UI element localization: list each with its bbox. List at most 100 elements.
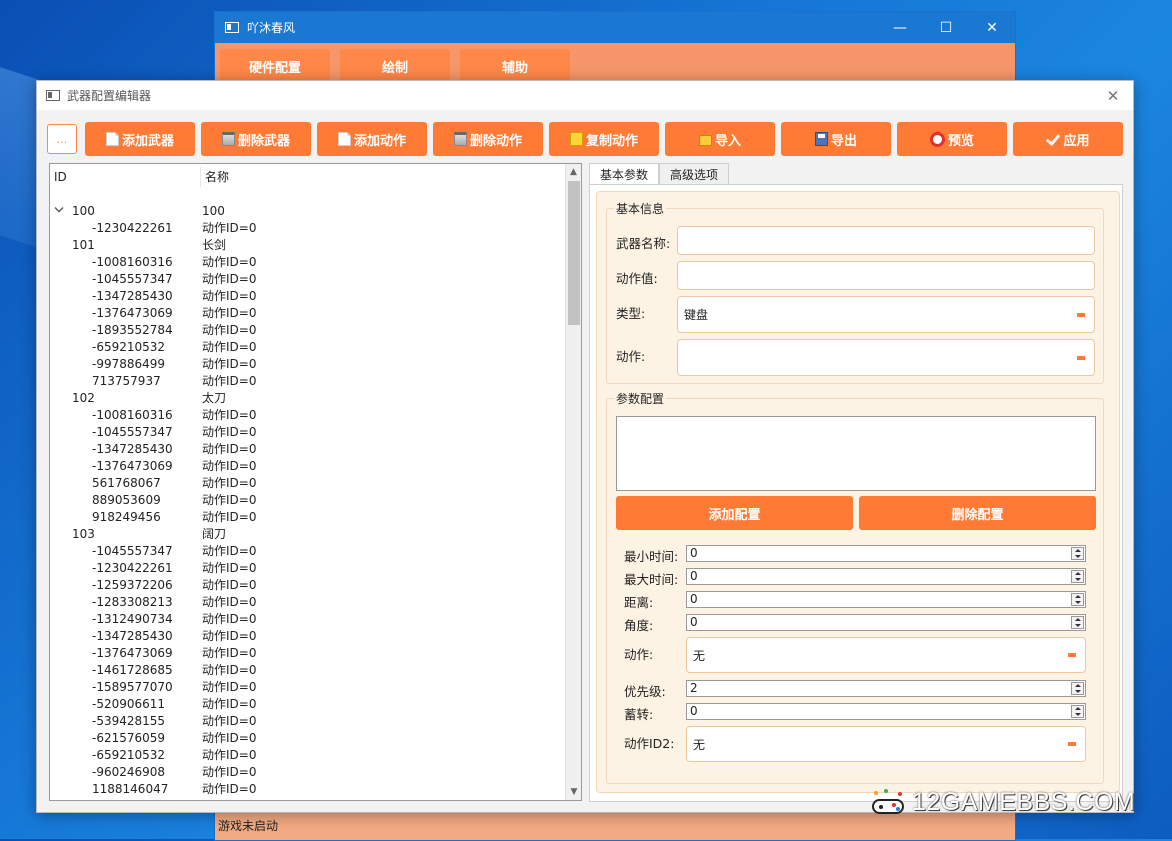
tree-action-row[interactable]: -1347285430 动作ID=0 [50,627,566,644]
tree-action-row[interactable]: -621576059 动作ID=0 [50,729,566,746]
more-button[interactable]: ... [47,124,77,154]
minimize-icon[interactable]: — [877,12,923,43]
tree-action-row[interactable]: -1589577070 动作ID=0 [50,678,566,695]
tree-scrollbar[interactable]: ▲ ▼ [565,164,581,800]
preview-button[interactable]: 预览 [897,122,1007,156]
tree-action-row[interactable]: -1376473069 动作ID=0 [50,304,566,321]
copy-action-label: 复制动作 [585,133,638,149]
tree-row-id: -621576059 [92,730,166,745]
add-weapon-button[interactable]: 添加武器 [85,122,195,156]
add-action-label: 添加动作 [353,133,406,149]
tree-action-row[interactable]: -659210532 动作ID=0 [50,338,566,355]
tree-action-row[interactable]: 918249456 动作ID=0 [50,508,566,525]
distance-spinbox[interactable]: 0 [686,591,1086,608]
type-select[interactable]: 键盘 [677,296,1095,333]
tree-action-row[interactable]: 561768067 动作ID=0 [50,474,566,491]
spin-arrows-icon[interactable] [1071,570,1084,583]
tree-weapon-row[interactable]: 102 太刀 [50,203,566,406]
trash-icon [453,132,467,146]
tree-weapon-row[interactable]: 101 长剑 [50,203,566,253]
spin-arrows-icon[interactable] [1071,682,1084,695]
main-tab-bar: 硬件配置 绘制 辅助 [215,43,1015,83]
tree-action-row[interactable]: -1283308213 动作ID=0 [50,593,566,610]
tree-row-name: 动作ID=0 [202,595,257,609]
tree-row-id: -1230422261 [92,560,173,575]
tab-draw[interactable]: 绘制 [340,49,450,83]
delete-action-button[interactable]: 删除动作 [433,122,543,156]
tree-action-row[interactable]: -1045557347 动作ID=0 [50,542,566,559]
spin-arrows-icon[interactable] [1071,593,1084,606]
tab-assist[interactable]: 辅助 [460,49,570,83]
action-value-input[interactable] [677,261,1095,290]
tree-action-row[interactable]: -1008160316 动作ID=0 [50,406,566,423]
action-id2-select[interactable]: 无 [686,726,1086,762]
tree-row-name: 动作ID=0 [202,714,257,728]
tree-action-row[interactable]: -997886499 动作ID=0 [50,355,566,372]
tree-action-row[interactable]: -1376473069 动作ID=0 [50,457,566,474]
tree-action-row[interactable]: -1259372206 动作ID=0 [50,576,566,593]
tree-row-id: -1376473069 [92,458,173,473]
tree-action-row[interactable]: -1045557347 动作ID=0 [50,270,566,287]
tree-action-row[interactable]: 1188146047 动作ID=0 [50,780,566,797]
editor-close-icon[interactable]: ✕ [1093,87,1133,105]
tree-action-row[interactable]: -1312490734 动作ID=0 [50,610,566,627]
spin-arrows-icon[interactable] [1071,705,1084,718]
tree-weapon-row[interactable]: 103 阔刀 [50,203,566,542]
tree-row-id: -1008160316 [92,254,173,269]
add-action-button[interactable]: 添加动作 [317,122,427,156]
weapon-name-input[interactable] [677,226,1095,255]
tree-row-id: -520906611 [92,696,166,711]
tree-action-row[interactable]: -659210532 动作ID=0 [50,746,566,763]
doc-icon [337,132,351,146]
tree-action-row[interactable]: -1376473069 动作ID=0 [50,644,566,661]
import-button[interactable]: 导入 [665,122,775,156]
tree-action-row[interactable]: -1230422261 动作ID=0 [50,219,566,236]
tree-row-id: -1376473069 [92,305,173,320]
column-header-id[interactable]: ID [50,170,200,184]
tree-action-row[interactable]: 889053609 动作ID=0 [50,491,566,508]
tree-row-id: -1230422261 [92,220,173,235]
tree-action-row[interactable]: -1230422261 动作ID=0 [50,559,566,576]
add-config-button[interactable]: 添加配置 [616,496,853,530]
tree-action-row[interactable]: -1893552784 动作ID=0 [50,321,566,338]
tab-advanced[interactable]: 高级选项 [659,163,730,185]
weapon-tree[interactable]: ID 名称 100 100 -1230422261 动作ID=0 101 长剑 -10081… [49,163,582,801]
tab-hardware[interactable]: 硬件配置 [220,49,330,83]
tree-action-row[interactable]: -1347285430 动作ID=0 [50,287,566,304]
scroll-thumb[interactable] [568,181,580,325]
config-action-select[interactable]: 无 [686,637,1086,673]
tree-action-row[interactable]: 713757937 动作ID=0 [50,372,566,389]
tree-action-row[interactable]: -1461728685 动作ID=0 [50,661,566,678]
angle-spinbox[interactable]: 0 [686,614,1086,631]
action-select[interactable] [677,339,1095,376]
max-time-spinbox[interactable]: 0 [686,568,1086,585]
export-button[interactable]: 导出 [781,122,891,156]
scroll-up-icon[interactable]: ▲ [566,164,581,180]
param-config-list[interactable] [616,416,1096,491]
column-header-name[interactable]: 名称 [200,167,229,187]
copy-action-button[interactable]: 复制动作 [549,122,659,156]
priority-spinbox[interactable]: 2 [686,680,1086,697]
tree-row-name: 动作ID=0 [202,408,257,422]
charge-spinbox[interactable]: 0 [686,703,1086,720]
scroll-down-icon[interactable]: ▼ [566,784,581,800]
params-container: 基本信息 武器名称: 动作值: 类型: 键盘 动作: 参数配置 添加配置 删除配… [596,191,1120,793]
tree-action-row[interactable]: -1008160316 动作ID=0 [50,253,566,270]
spin-arrows-icon[interactable] [1071,547,1084,560]
tree-row-name: 动作ID=0 [202,221,257,235]
apply-button[interactable]: 应用 [1013,122,1123,156]
spin-arrows-icon[interactable] [1071,616,1084,629]
param-config-group: 参数配置 添加配置 删除配置 最小时间: 0 最大时间: 0 距离: 0 角度:… [606,390,1104,784]
tree-action-row[interactable]: -960246908 动作ID=0 [50,763,566,780]
delete-weapon-button[interactable]: 删除武器 [201,122,311,156]
tab-basic-params[interactable]: 基本参数 [589,163,660,186]
tree-action-row[interactable]: -539428155 动作ID=0 [50,712,566,729]
tree-action-row[interactable]: -1347285430 动作ID=0 [50,440,566,457]
close-icon[interactable]: ✕ [969,12,1015,43]
tree-action-row[interactable]: -520906611 动作ID=0 [50,695,566,712]
tree-weapon-row[interactable]: 100 100 [50,202,566,219]
min-time-spinbox[interactable]: 0 [686,545,1086,562]
maximize-icon[interactable]: ☐ [923,12,969,43]
delete-config-button[interactable]: 删除配置 [859,496,1096,530]
tree-action-row[interactable]: -1045557347 动作ID=0 [50,423,566,440]
